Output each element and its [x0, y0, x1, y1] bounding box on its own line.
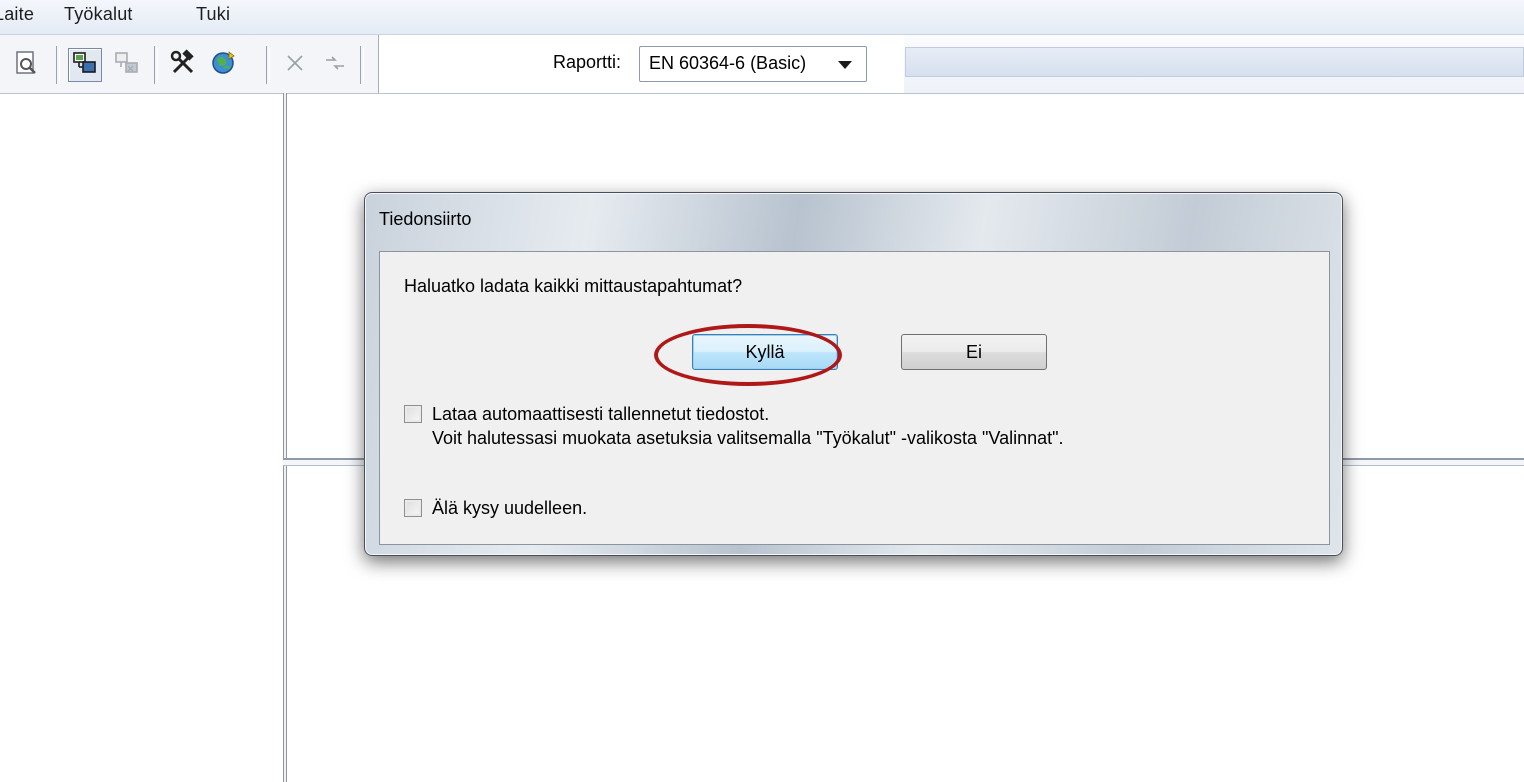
dont-ask-checkbox[interactable]	[404, 499, 422, 517]
data-transfer-dialog: Tiedonsiirto Haluatko ladata kaikki mitt…	[364, 192, 1343, 556]
print-preview-button[interactable]	[10, 48, 44, 82]
dont-ask-option: Älä kysy uudelleen.	[404, 496, 587, 520]
tools-icon	[169, 48, 197, 82]
toolbar-separator	[154, 46, 158, 84]
toolbar: Raportti: EN 60364-6 (Basic)	[0, 35, 1524, 94]
connect-device-button[interactable]	[68, 48, 102, 82]
transfer-icon	[323, 52, 347, 79]
dont-ask-label[interactable]: Älä kysy uudelleen.	[432, 496, 587, 520]
auto-load-checkbox[interactable]	[404, 405, 422, 423]
globe-update-button[interactable]	[206, 48, 240, 82]
report-selector-area: Raportti: EN 60364-6 (Basic)	[379, 35, 904, 93]
menu-tuki[interactable]: Tuki	[196, 4, 230, 25]
chevron-down-icon[interactable]	[838, 61, 852, 69]
report-dropdown-value: EN 60364-6 (Basic)	[649, 53, 807, 73]
dialog-title: Tiedonsiirto	[379, 209, 472, 229]
disconnect-device-icon	[114, 50, 140, 81]
pane-splitter-vertical[interactable]	[283, 93, 287, 782]
toolbar-button-strip	[0, 35, 379, 93]
auto-load-text: Lataa automaattisesti tallennetut tiedos…	[432, 402, 1064, 450]
no-button[interactable]: Ei	[901, 334, 1047, 370]
toolbar-empty-band	[905, 47, 1524, 77]
delete-icon	[284, 52, 306, 79]
auto-load-hint: Voit halutessasi muokata asetuksia valit…	[432, 428, 1064, 448]
auto-load-option: Lataa automaattisesti tallennetut tiedos…	[404, 402, 1064, 450]
toolbar-separator	[266, 46, 270, 84]
connect-device-icon	[72, 50, 98, 81]
toolbar-separator	[56, 46, 60, 84]
menu-bar: Laite Työkalut Tuki	[0, 0, 1524, 35]
report-label: Raportti:	[553, 52, 622, 72]
dialog-body: Haluatko ladata kaikki mittaustapahtumat…	[379, 251, 1330, 545]
auto-load-label[interactable]: Lataa automaattisesti tallennetut tiedos…	[432, 402, 1064, 426]
toolbar-separator	[360, 46, 364, 84]
delete-button[interactable]	[278, 48, 312, 82]
menu-laite[interactable]: Laite	[0, 4, 34, 25]
report-dropdown[interactable]: EN 60364-6 (Basic)	[639, 46, 867, 82]
print-preview-icon	[14, 50, 40, 81]
yes-button[interactable]: Kyllä	[692, 334, 838, 370]
tools-button[interactable]	[166, 48, 200, 82]
dialog-question: Haluatko ladata kaikki mittaustapahtumat…	[404, 276, 743, 296]
transfer-button[interactable]	[318, 48, 352, 82]
menu-tyokalut[interactable]: Työkalut	[64, 4, 133, 25]
disconnect-device-button[interactable]	[110, 48, 144, 82]
globe-update-icon	[209, 49, 237, 82]
